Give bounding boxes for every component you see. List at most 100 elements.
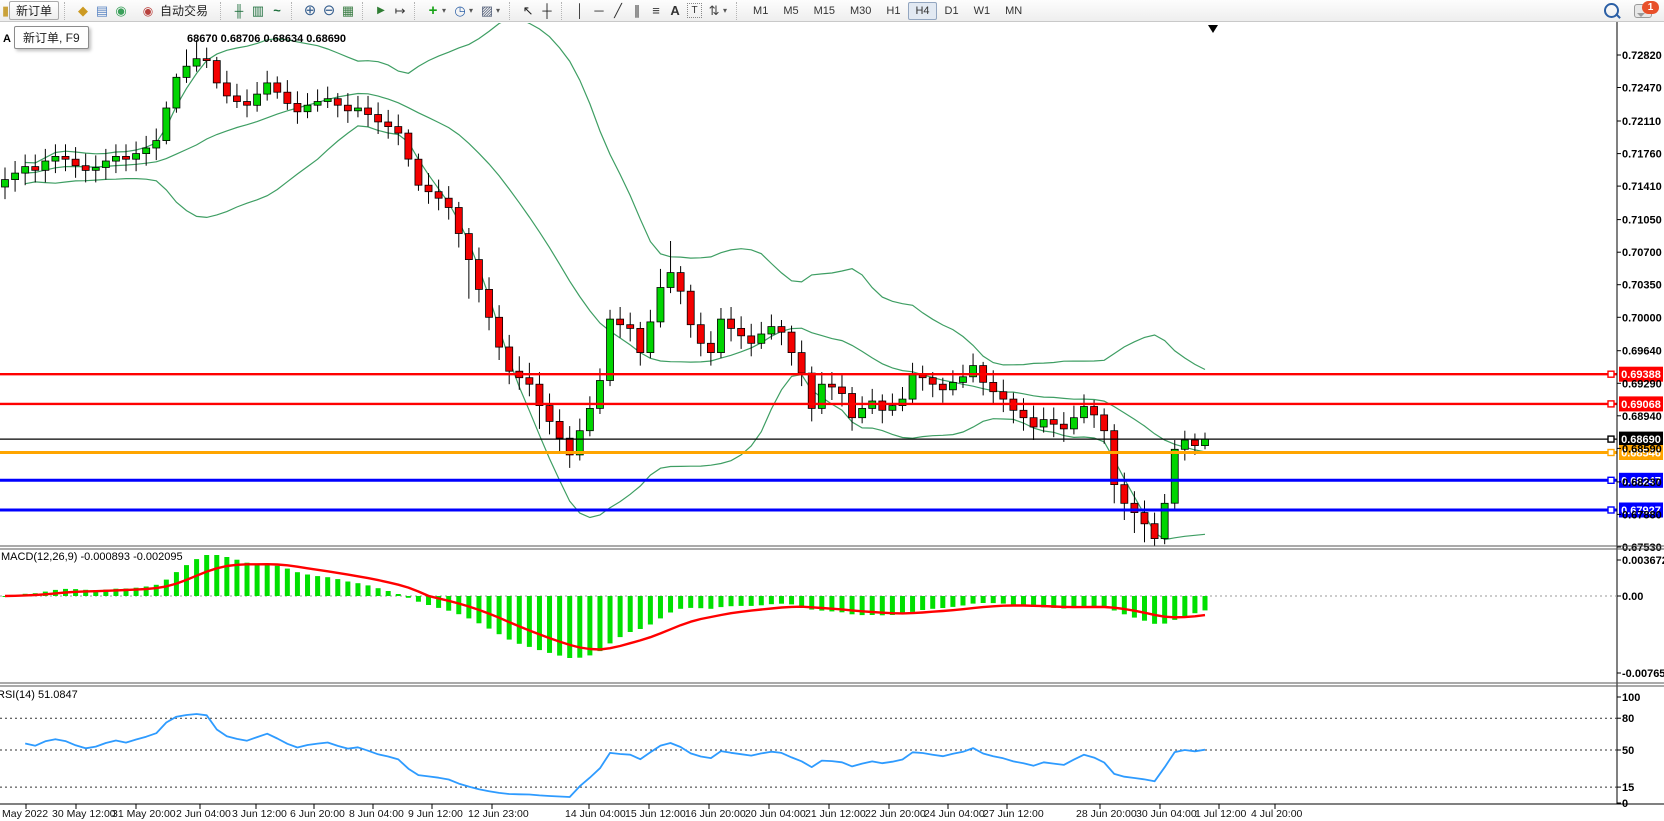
time-axis-label: 2 Jun 04:00 — [176, 808, 231, 820]
signal-icon[interactable]: ◉ — [112, 2, 130, 20]
fibonacci-icon[interactable]: ≡ — [647, 2, 665, 20]
timeframe-m15-button[interactable]: M15 — [807, 2, 842, 20]
candle-body — [697, 325, 704, 344]
macd-bar — [446, 596, 451, 611]
bar-chart-icon[interactable]: ╫ — [230, 2, 248, 20]
line-chart-icon[interactable]: ~ — [268, 2, 286, 20]
candle-body — [667, 273, 674, 288]
candle-body — [496, 317, 503, 347]
toolbar-separator — [414, 2, 420, 20]
time-axis-label: 30 May 12:00 — [52, 808, 116, 820]
macd-bar — [587, 596, 592, 655]
timeframe-mn-button[interactable]: MN — [998, 2, 1029, 20]
vertical-line-icon[interactable]: │ — [571, 2, 589, 20]
zoom-in-icon[interactable]: ⊕ — [301, 2, 319, 20]
cursor-icon[interactable]: ↖ — [519, 2, 537, 20]
candle-body — [163, 108, 170, 141]
price-level-handle[interactable] — [1608, 507, 1614, 513]
macd-bar — [759, 596, 764, 605]
periods-dropdown[interactable]: ◷▾ — [451, 2, 477, 20]
macd-bar — [1102, 596, 1107, 607]
templates-icon[interactable]: ▨ — [478, 2, 496, 20]
equidistant-channel-icon[interactable]: ∥ — [628, 2, 646, 20]
templates-dropdown[interactable]: ▨▾ — [478, 2, 504, 20]
autotrade-button[interactable]: ◉ 自动交易 — [132, 1, 215, 20]
new-order-button[interactable]: 新订单 — [9, 1, 59, 20]
chart-shift-icon[interactable]: ↦ — [391, 2, 409, 20]
macd-bar — [265, 564, 270, 596]
candlestick-chart-icon[interactable]: ▥ — [249, 2, 267, 20]
price-level-handle[interactable] — [1608, 371, 1614, 377]
arrows-dropdown[interactable]: ⇅▾ — [705, 2, 731, 20]
search-icon[interactable] — [1604, 3, 1619, 18]
chart-background[interactable] — [0, 22, 1664, 821]
trading-terminal-window: { "toolbar": { "new_order_label": "新订单",… — [0, 0, 1664, 821]
macd-bar — [749, 596, 754, 606]
trend-line-icon[interactable]: ╱ — [609, 2, 627, 20]
candle-body — [475, 260, 482, 290]
periods-dropdown-caret[interactable]: ▾ — [469, 6, 477, 15]
indicators-dropdown[interactable]: +▾ — [424, 2, 450, 20]
timeframe-w1-button[interactable]: W1 — [967, 2, 998, 20]
crosshair-icon[interactable]: ┼ — [538, 2, 556, 20]
indicators-dropdown-caret[interactable]: ▾ — [442, 6, 450, 15]
zoom-out-icon[interactable]: ⊖ — [320, 2, 338, 20]
macd-bar — [325, 577, 330, 596]
price-level-badge-label: 0.69068 — [1621, 399, 1661, 411]
candle-body — [838, 387, 845, 394]
macd-bar — [608, 596, 613, 643]
arrows-dropdown-caret[interactable]: ▾ — [723, 6, 731, 15]
macd-bar — [1122, 596, 1127, 614]
templates-dropdown-caret[interactable]: ▾ — [496, 6, 504, 15]
indicators-icon[interactable]: + — [424, 2, 442, 20]
price-level-handle[interactable] — [1608, 477, 1614, 483]
gold-bars-icon[interactable]: ◆ — [74, 2, 92, 20]
timeframe-d1-button[interactable]: D1 — [938, 2, 966, 20]
price-level-handle[interactable] — [1608, 436, 1614, 442]
price-level-handle[interactable] — [1608, 401, 1614, 407]
macd-bar — [255, 564, 260, 596]
macd-bar — [537, 596, 542, 650]
price-axis-label: 0.67530 — [1622, 542, 1662, 554]
horizontal-line-icon[interactable]: ─ — [590, 2, 608, 20]
macd-bar — [295, 572, 300, 596]
price-level-handle[interactable] — [1608, 450, 1614, 456]
timeframe-m30-button[interactable]: M30 — [843, 2, 878, 20]
price-axis-label: 0.70350 — [1622, 280, 1662, 292]
toolbar-separator — [220, 2, 226, 20]
rsi-axis-label: 50 — [1622, 745, 1634, 757]
auto-scroll-icon[interactable]: ▶ — [372, 2, 390, 20]
tile-windows-icon[interactable]: ▦ — [339, 2, 357, 20]
timeframe-h4-button[interactable]: H4 — [908, 2, 936, 20]
candle-body — [859, 408, 866, 417]
text-label-icon[interactable]: T — [687, 3, 702, 18]
rsi-axis-label: 80 — [1622, 713, 1634, 725]
price-axis-label: 0.71410 — [1622, 181, 1662, 193]
notifications-icon[interactable]: 1 — [1634, 4, 1652, 18]
macd-bar — [366, 585, 371, 596]
timeframe-m5-button[interactable]: M5 — [776, 2, 805, 20]
text-icon[interactable]: A — [666, 2, 684, 20]
macd-bar — [698, 596, 703, 608]
macd-bar — [497, 596, 502, 634]
toolbar-separator — [736, 2, 742, 20]
macd-bar — [618, 596, 623, 637]
macd-bar — [245, 563, 250, 596]
toolbar-separator — [561, 2, 567, 20]
candle-body — [959, 377, 966, 383]
candle-body — [62, 156, 69, 159]
arrows-icon[interactable]: ⇅ — [705, 2, 723, 20]
candle-body — [889, 406, 896, 411]
timeframe-m1-button[interactable]: M1 — [746, 2, 775, 20]
macd-bar — [960, 596, 965, 606]
candle-body — [32, 167, 39, 171]
candle-body — [12, 173, 19, 180]
macd-bar — [1202, 596, 1207, 610]
notification-badge: 1 — [1642, 1, 1659, 14]
chart-canvas[interactable]: 0.693880.690680.686900.685460.682470.679… — [0, 0, 1664, 821]
timeframe-h1-button[interactable]: H1 — [879, 2, 907, 20]
periods-icon[interactable]: ◷ — [451, 2, 469, 20]
candle-body — [1060, 424, 1067, 429]
news-icon[interactable]: ▤ — [93, 2, 111, 20]
time-axis-label: 3 Jun 12:00 — [232, 808, 287, 820]
